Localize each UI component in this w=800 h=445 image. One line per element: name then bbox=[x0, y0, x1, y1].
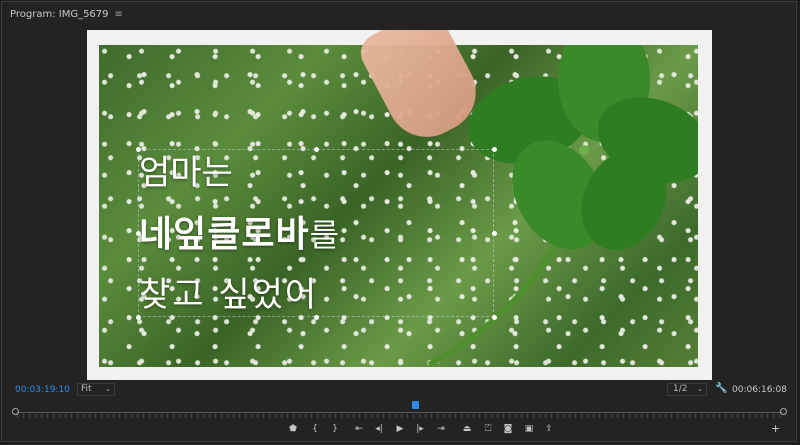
timeline-start-handle[interactable] bbox=[12, 408, 19, 415]
chevron-down-icon: ⌄ bbox=[105, 385, 111, 393]
plus-icon[interactable]: + bbox=[771, 422, 780, 435]
step-forward-icon[interactable]: |▸ bbox=[413, 422, 427, 436]
timeline-scrubber[interactable] bbox=[12, 401, 787, 419]
mark-in-icon[interactable]: { bbox=[308, 422, 322, 436]
panel-header: Program: IMG_5679 ≡ bbox=[2, 2, 796, 26]
step-back-icon[interactable]: ◂| bbox=[372, 422, 386, 436]
title-line-3[interactable]: 찾고 싶었어 bbox=[139, 267, 318, 316]
share-icon[interactable]: ⇪ bbox=[542, 422, 556, 436]
transport-controls: ⬟ { } ⇤ ◂| ▶ |▸ ⇥ ⏏ ⏍ ◙ ▣ ⇪ + bbox=[2, 422, 796, 436]
resolution-value: 1/2 bbox=[673, 384, 688, 394]
title-line-2[interactable]: 네잎클로바를 bbox=[139, 205, 340, 257]
timeline-ticks bbox=[17, 414, 782, 418]
transform-handle[interactable] bbox=[492, 147, 497, 152]
extract-icon[interactable]: ⏍ bbox=[481, 422, 495, 436]
timeline-track bbox=[17, 412, 782, 413]
title-line-2-bold: 네잎클로바 bbox=[139, 214, 310, 255]
program-monitor: Program: IMG_5679 ≡ 엄마는 네잎클로바를 찾고 싶었어 00… bbox=[1, 1, 797, 442]
comparison-view-icon[interactable]: ▣ bbox=[522, 422, 536, 436]
mark-out-icon[interactable]: } bbox=[328, 422, 342, 436]
zoom-level-dropdown[interactable]: Fit ⌄ bbox=[77, 383, 115, 396]
zoom-level-value: Fit bbox=[81, 384, 92, 394]
playhead[interactable] bbox=[411, 401, 419, 409]
title-line-1[interactable]: 엄마는 bbox=[139, 145, 233, 194]
wrench-icon[interactable]: 🔧 bbox=[715, 383, 727, 394]
monitor-controls: 00:03:19:10 Fit ⌄ 1/2 ⌄ 🔧 00:06:16:08 bbox=[2, 382, 796, 400]
video-viewer[interactable]: 엄마는 네잎클로바를 찾고 싶었어 bbox=[87, 30, 712, 380]
transform-handle[interactable] bbox=[492, 231, 497, 236]
duration-timecode: 00:06:16:08 bbox=[732, 385, 787, 395]
transform-handle[interactable] bbox=[492, 315, 497, 320]
panel-title[interactable]: Program: IMG_5679 bbox=[10, 9, 109, 20]
go-to-in-icon[interactable]: ⇤ bbox=[352, 422, 366, 436]
timeline-end-handle[interactable] bbox=[780, 408, 787, 415]
export-frame-icon[interactable]: ◙ bbox=[501, 422, 515, 436]
go-to-out-icon[interactable]: ⇥ bbox=[434, 422, 448, 436]
title-line-2-thin: 를 bbox=[309, 216, 341, 254]
video-frame: 엄마는 네잎클로바를 찾고 싶었어 bbox=[99, 30, 698, 367]
lift-icon[interactable]: ⏏ bbox=[460, 422, 474, 436]
transform-handle[interactable] bbox=[314, 147, 319, 152]
play-icon[interactable]: ▶ bbox=[393, 422, 407, 436]
chevron-down-icon: ⌄ bbox=[697, 385, 703, 393]
current-timecode[interactable]: 00:03:19:10 bbox=[15, 385, 70, 395]
hamburger-menu-icon[interactable]: ≡ bbox=[115, 9, 123, 20]
add-marker-icon[interactable]: ⬟ bbox=[286, 422, 300, 436]
playback-resolution-dropdown[interactable]: 1/2 ⌄ bbox=[667, 383, 707, 396]
